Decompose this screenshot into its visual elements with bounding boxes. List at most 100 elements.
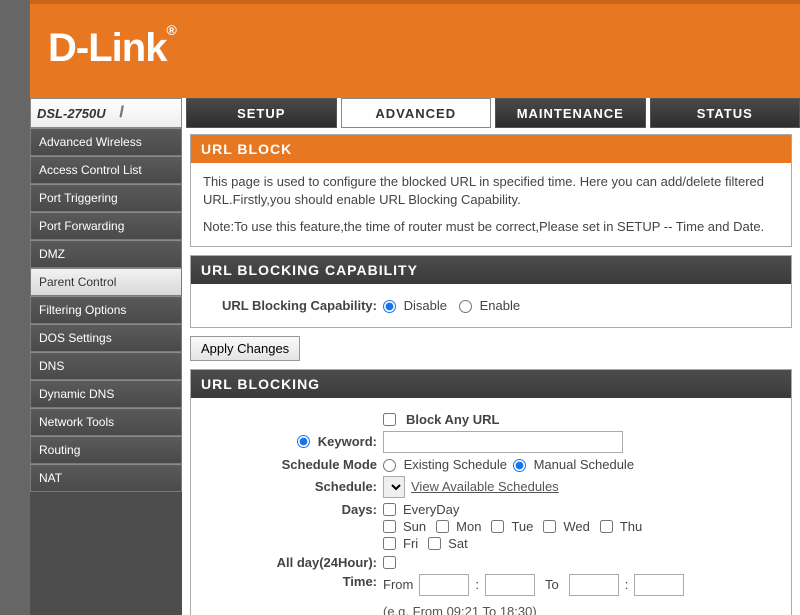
day-sun-checkbox[interactable] bbox=[383, 520, 396, 533]
urlblock-desc2: Note:To use this feature,the time of rou… bbox=[203, 218, 779, 236]
time-colon-1: : bbox=[475, 577, 479, 592]
capability-label: URL Blocking Capability: bbox=[203, 298, 383, 313]
tab-status[interactable]: STATUS bbox=[650, 98, 800, 128]
sidebar-item-port-forwarding[interactable]: Port Forwarding bbox=[30, 212, 182, 240]
sidebar-item-dynamic-dns[interactable]: Dynamic DNS bbox=[30, 380, 182, 408]
content-area: D-Link® DSL-2750U // SETUP ADVANCED MAIN… bbox=[30, 0, 800, 615]
manual-schedule-text: Manual Schedule bbox=[534, 457, 634, 472]
schedule-select[interactable] bbox=[383, 476, 405, 498]
sidebar-item-advanced-wireless[interactable]: Advanced Wireless bbox=[30, 128, 182, 156]
sidebar-item-dmz[interactable]: DMZ bbox=[30, 240, 182, 268]
time-label: Time: bbox=[203, 574, 383, 589]
keyword-radio[interactable] bbox=[297, 435, 310, 448]
sidebar-item-filtering-options[interactable]: Filtering Options bbox=[30, 296, 182, 324]
brand-logo: D-Link® bbox=[48, 22, 176, 71]
days-group: EveryDay Sun Mon Tue Wed Thu Fri Sat bbox=[383, 502, 683, 551]
allday-row: All day(24Hour): bbox=[203, 555, 779, 570]
day-wed[interactable]: Wed bbox=[543, 519, 590, 534]
tab-advanced[interactable]: ADVANCED bbox=[341, 98, 492, 128]
day-everyday[interactable]: EveryDay bbox=[383, 502, 683, 517]
time-hint: (e.g. From 09:21 To 18:30) bbox=[383, 604, 537, 615]
brand-text: D-Link bbox=[48, 26, 166, 70]
day-sat[interactable]: Sat bbox=[428, 536, 468, 551]
day-thu-checkbox[interactable] bbox=[600, 520, 613, 533]
sidebar-item-nat[interactable]: NAT bbox=[30, 464, 182, 492]
panel-urlblock-title: URL BLOCK bbox=[191, 135, 791, 163]
existing-schedule-text: Existing Schedule bbox=[404, 457, 507, 472]
view-schedules-link[interactable]: View Available Schedules bbox=[411, 479, 559, 494]
block-any-checkbox[interactable] bbox=[383, 413, 396, 426]
sidebar-item-network-tools[interactable]: Network Tools bbox=[30, 408, 182, 436]
day-thu[interactable]: Thu bbox=[600, 519, 642, 534]
day-tue[interactable]: Tue bbox=[491, 519, 533, 534]
allday-label: All day(24Hour): bbox=[203, 555, 383, 570]
day-wed-checkbox[interactable] bbox=[543, 520, 556, 533]
capability-enable-radio[interactable] bbox=[459, 300, 472, 313]
keyword-input[interactable] bbox=[383, 431, 623, 453]
schedule-row: Schedule: View Available Schedules bbox=[203, 476, 779, 498]
model-slash-icon: // bbox=[110, 104, 130, 122]
sidebar: Advanced Wireless Access Control List Po… bbox=[30, 128, 182, 615]
panel-urlblocking-body: Block Any URL Keyword: bbox=[191, 398, 791, 615]
capability-enable-option[interactable]: Enable bbox=[459, 298, 520, 313]
capability-row: URL Blocking Capability: Disable Enable bbox=[203, 298, 779, 313]
sidebar-item-dns[interactable]: DNS bbox=[30, 352, 182, 380]
panel-capability-title: URL BLOCKING CAPABILITY bbox=[191, 256, 791, 284]
time-colon-2: : bbox=[625, 577, 629, 592]
schedule-mode-row: Schedule Mode Existing Schedule Manual S… bbox=[203, 457, 779, 472]
capability-enable-text: Enable bbox=[480, 298, 520, 313]
time-group: From : To : bbox=[383, 574, 684, 596]
time-from-label: From bbox=[383, 577, 413, 592]
model-badge: DSL-2750U // bbox=[30, 98, 182, 128]
brand-header: D-Link® bbox=[30, 0, 800, 98]
tab-bar: DSL-2750U // SETUP ADVANCED MAINTENANCE … bbox=[30, 98, 800, 128]
model-text: DSL-2750U bbox=[37, 106, 106, 121]
day-fri-checkbox[interactable] bbox=[383, 537, 396, 550]
main-panel: URL BLOCK This page is used to configure… bbox=[182, 128, 800, 615]
existing-schedule-option[interactable]: Existing Schedule bbox=[383, 457, 507, 472]
keyword-row: Keyword: bbox=[203, 431, 779, 453]
panel-capability-body: URL Blocking Capability: Disable Enable bbox=[191, 284, 791, 327]
outer-margin bbox=[0, 0, 30, 615]
urlblock-desc1: This page is used to configure the block… bbox=[203, 173, 779, 208]
apply-changes-button[interactable]: Apply Changes bbox=[190, 336, 300, 361]
sidebar-item-routing[interactable]: Routing bbox=[30, 436, 182, 464]
schedule-label: Schedule: bbox=[203, 479, 383, 494]
capability-disable-text: Disable bbox=[404, 298, 447, 313]
capability-values: Disable Enable bbox=[383, 298, 779, 313]
time-to-min-input[interactable] bbox=[634, 574, 684, 596]
block-any-row: Block Any URL bbox=[203, 412, 779, 427]
day-mon[interactable]: Mon bbox=[436, 519, 481, 534]
day-sun[interactable]: Sun bbox=[383, 519, 426, 534]
manual-schedule-option[interactable]: Manual Schedule bbox=[513, 457, 634, 472]
capability-disable-option[interactable]: Disable bbox=[383, 298, 447, 313]
panel-urlblocking: URL BLOCKING Block Any URL bbox=[190, 369, 792, 615]
days-label: Days: bbox=[203, 502, 383, 517]
day-everyday-checkbox[interactable] bbox=[383, 503, 396, 516]
manual-schedule-radio[interactable] bbox=[513, 459, 526, 472]
allday-checkbox[interactable] bbox=[383, 556, 396, 569]
time-to-hour-input[interactable] bbox=[569, 574, 619, 596]
existing-schedule-radio[interactable] bbox=[383, 459, 396, 472]
day-mon-checkbox[interactable] bbox=[436, 520, 449, 533]
time-from-hour-input[interactable] bbox=[419, 574, 469, 596]
time-row: Time: From : To : bbox=[203, 574, 779, 615]
panel-urlblock-intro: URL BLOCK This page is used to configure… bbox=[190, 134, 792, 247]
days-row: Days: EveryDay Sun Mon Tue Wed Thu Fri bbox=[203, 502, 779, 551]
sidebar-item-access-control-list[interactable]: Access Control List bbox=[30, 156, 182, 184]
time-from-min-input[interactable] bbox=[485, 574, 535, 596]
sidebar-item-port-triggering[interactable]: Port Triggering bbox=[30, 184, 182, 212]
sidebar-item-dos-settings[interactable]: DOS Settings bbox=[30, 324, 182, 352]
tab-maintenance[interactable]: MAINTENANCE bbox=[495, 98, 646, 128]
day-tue-checkbox[interactable] bbox=[491, 520, 504, 533]
day-fri[interactable]: Fri bbox=[383, 536, 418, 551]
app-frame: D-Link® DSL-2750U // SETUP ADVANCED MAIN… bbox=[0, 0, 800, 615]
capability-disable-radio[interactable] bbox=[383, 300, 396, 313]
day-sat-checkbox[interactable] bbox=[428, 537, 441, 550]
panel-capability: URL BLOCKING CAPABILITY URL Blocking Cap… bbox=[190, 255, 792, 328]
time-to-label: To bbox=[545, 577, 559, 592]
sidebar-item-parent-control[interactable]: Parent Control bbox=[30, 268, 182, 296]
body-row: Advanced Wireless Access Control List Po… bbox=[30, 128, 800, 615]
block-any-label: Block Any URL bbox=[406, 412, 499, 427]
tab-setup[interactable]: SETUP bbox=[186, 98, 337, 128]
